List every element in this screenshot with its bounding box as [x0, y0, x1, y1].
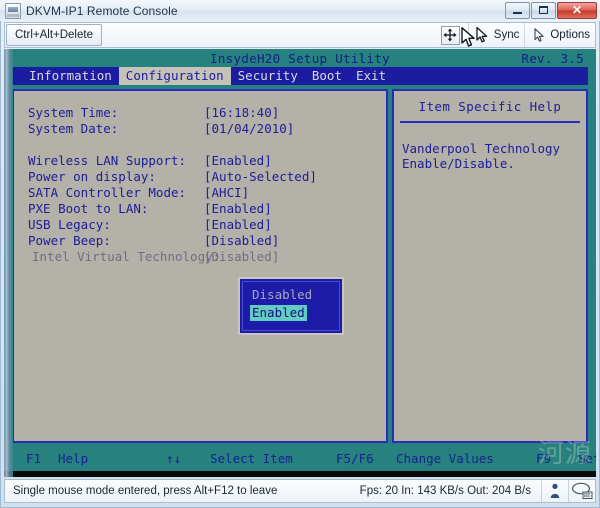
key-f5f6-desc: Change Values	[396, 449, 536, 468]
title-bar[interactable]: DKVM-IP1 Remote Console ✕	[0, 0, 600, 21]
app-icon	[5, 3, 21, 19]
setting-value[interactable]: [Disabled]	[204, 249, 279, 265]
fit-to-screen-icon	[441, 26, 460, 45]
minimize-button[interactable]	[505, 2, 530, 19]
bios-header: InsydeH20 Setup Utility Rev. 3.5	[4, 49, 596, 67]
key-legend-row: F1 Help ↑↓ Select Item F5/F6 Change Valu…	[12, 449, 588, 468]
mouse-cursor-icon	[474, 26, 492, 45]
maximize-icon	[532, 3, 555, 18]
console-toolbar: Ctrl+Alt+Delete	[4, 22, 596, 48]
setting-row-pxe-boot-to-lan[interactable]: PXE Boot to LAN: [Enabled]	[28, 201, 380, 217]
setting-value[interactable]: [Enabled]	[204, 217, 272, 233]
key-updown: ↑↓	[166, 449, 210, 468]
popup-option-disabled[interactable]: Disabled	[250, 287, 314, 303]
mouse-pointer-icon	[530, 26, 548, 45]
bios-menu-bar: Information Configuration Security Boot …	[12, 67, 588, 85]
setting-label: Intel Virtual Technology:	[28, 249, 204, 265]
tab-exit[interactable]: Exit	[349, 67, 393, 85]
tab-boot[interactable]: Boot	[305, 67, 349, 85]
close-icon: ✕	[558, 3, 596, 18]
setting-label: System Time:	[28, 105, 204, 121]
remote-console-viewport[interactable]: InsydeH20 Setup Utility Rev. 3.5 Informa…	[4, 49, 596, 477]
bios-settings-panel: System Time: [16:18:40] System Date: [01…	[12, 89, 388, 443]
setting-value[interactable]: [AHCI]	[204, 185, 249, 201]
help-panel-body: Vanderpool Technology Enable/Disable.	[402, 141, 580, 171]
bios-settings-list: System Time: [16:18:40] System Date: [01…	[28, 105, 380, 265]
popup-option-enabled[interactable]: Enabled	[250, 305, 307, 321]
setting-label: Power on display:	[28, 169, 204, 185]
setting-label: Wireless LAN Support:	[28, 153, 204, 169]
status-stats: Fps: 20 In: 143 KB/s Out: 204 B/s	[360, 485, 541, 497]
status-bar: Single mouse mode entered, press Alt+F12…	[4, 479, 596, 503]
setting-row-wireless-lan-support[interactable]: Wireless LAN Support: [Enabled]	[28, 153, 380, 169]
setting-label: Power Beep:	[28, 233, 204, 249]
key-updown-desc: Select Item	[210, 449, 336, 468]
setting-value[interactable]: [Enabled]	[204, 153, 272, 169]
value-dropdown-popup[interactable]: Disabled Enabled	[238, 277, 344, 335]
key-f9-desc: Setup Default	[578, 449, 596, 468]
setting-value[interactable]: [Auto-Selected]	[204, 169, 317, 185]
setting-label: SATA Controller Mode:	[28, 185, 204, 201]
settings-spacer	[28, 137, 380, 153]
help-panel-divider	[400, 121, 580, 123]
tab-configuration[interactable]: Configuration	[119, 67, 231, 85]
setting-row-power-on-display[interactable]: Power on display: [Auto-Selected]	[28, 169, 380, 185]
setting-label: System Date:	[28, 121, 204, 137]
help-panel-title: Item Specific Help	[394, 99, 586, 114]
bios-setup-screen: InsydeH20 Setup Utility Rev. 3.5 Informa…	[4, 49, 596, 477]
toolbar-spacer	[102, 23, 433, 47]
setting-value[interactable]: [01/04/2010]	[204, 121, 294, 137]
window-title: DKVM-IP1 Remote Console	[26, 4, 178, 18]
status-message: Single mouse mode entered, press Alt+F12…	[5, 485, 277, 497]
setting-row-intel-virtual-technology[interactable]: Intel Virtual Technology: [Disabled]	[28, 249, 380, 265]
tab-security[interactable]: Security	[231, 67, 305, 85]
setting-value[interactable]: [Enabled]	[204, 201, 272, 217]
remote-console-window: DKVM-IP1 Remote Console ✕ Ctrl+Alt+Delet…	[0, 0, 600, 508]
minimize-icon	[506, 3, 529, 18]
setting-label: PXE Boot to LAN:	[28, 201, 204, 217]
close-button[interactable]: ✕	[557, 2, 597, 19]
setting-label: USB Legacy:	[28, 217, 204, 233]
maximize-button[interactable]	[531, 2, 556, 19]
key-f1: F1	[12, 449, 58, 468]
sync-mouse-button[interactable]: Sync	[468, 23, 525, 47]
window-controls: ✕	[504, 1, 597, 19]
keyboard-mouse-icon[interactable]	[568, 480, 595, 502]
item-specific-help-panel: Item Specific Help Vanderpool Technology…	[392, 89, 588, 443]
ctrl-alt-delete-button[interactable]: Ctrl+Alt+Delete	[6, 24, 102, 46]
setting-row-system-date[interactable]: System Date: [01/04/2010]	[28, 121, 380, 137]
fit-to-screen-button[interactable]	[433, 23, 468, 47]
setting-value[interactable]: [16:18:40]	[204, 105, 279, 121]
setting-row-usb-legacy[interactable]: USB Legacy: [Enabled]	[28, 217, 380, 233]
tab-information[interactable]: Information	[22, 67, 119, 85]
key-f9: F9	[536, 449, 578, 468]
capture-artifact-bar	[4, 49, 13, 477]
setting-row-system-time[interactable]: System Time: [16:18:40]	[28, 105, 380, 121]
key-f1-desc: Help	[58, 449, 166, 468]
setting-row-sata-controller-mode[interactable]: SATA Controller Mode: [AHCI]	[28, 185, 380, 201]
options-label: Options	[550, 29, 590, 41]
user-icon[interactable]	[541, 480, 568, 502]
key-f5f6: F5/F6	[336, 449, 396, 468]
options-button[interactable]: Options	[524, 23, 595, 47]
bios-bottom-edge	[4, 471, 596, 477]
sync-label: Sync	[494, 29, 520, 41]
bios-revision: Rev. 3.5	[521, 51, 584, 66]
setting-row-power-beep[interactable]: Power Beep: [Disabled]	[28, 233, 380, 249]
bios-title-text: InsydeH20 Setup Utility	[4, 51, 596, 66]
setting-value[interactable]: [Disabled]	[204, 233, 279, 249]
